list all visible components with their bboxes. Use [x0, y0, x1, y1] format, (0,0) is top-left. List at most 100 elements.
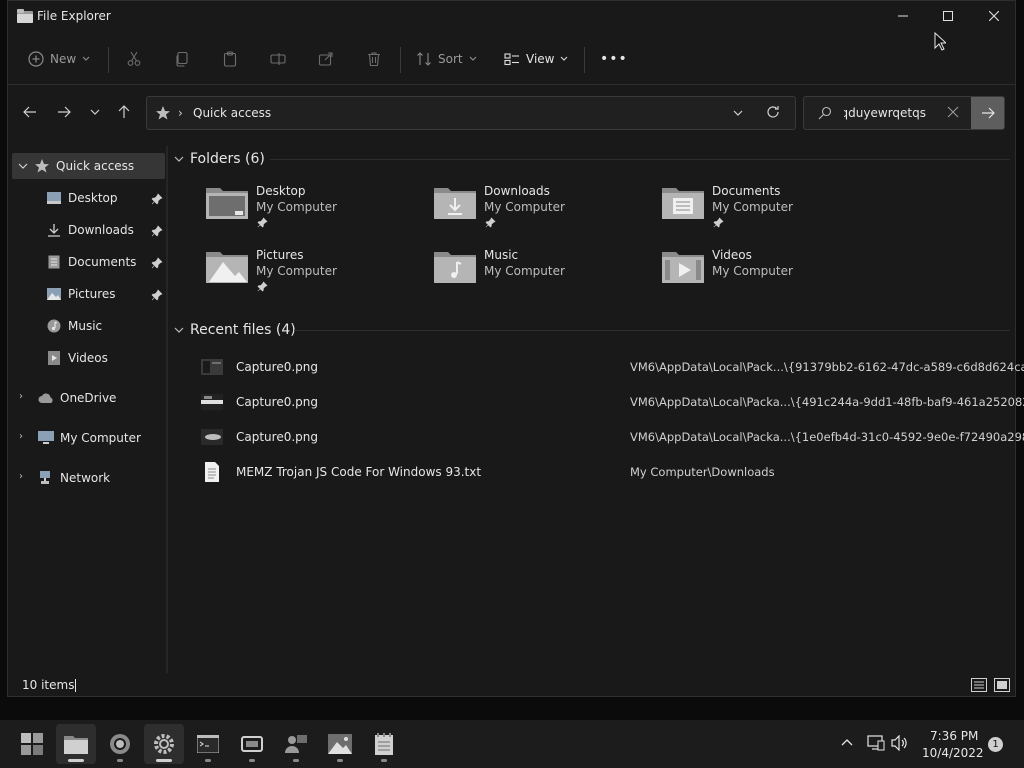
- sidebar-item-label: Documents: [68, 255, 137, 269]
- sidebar-item-videos[interactable]: Videos: [46, 345, 108, 371]
- status-divider: [75, 679, 76, 692]
- folder-tile-downloads[interactable]: Downloads My Computer: [433, 184, 653, 240]
- chevron-down-icon[interactable]: [733, 105, 743, 121]
- sidebar-item-quick-access[interactable]: Quick access: [12, 153, 165, 179]
- folder-tile-pictures[interactable]: Pictures My Computer: [205, 248, 425, 304]
- taskbar-file-explorer[interactable]: [56, 724, 96, 764]
- sidebar-item-pictures[interactable]: Pictures: [46, 281, 116, 307]
- network-status-icon[interactable]: [867, 735, 885, 751]
- paste-button[interactable]: [222, 46, 238, 72]
- taskbar-store[interactable]: [232, 724, 272, 764]
- settings-icon: [154, 734, 174, 754]
- start-button[interactable]: [12, 724, 52, 764]
- share-icon: [318, 52, 333, 66]
- back-button[interactable]: [18, 100, 42, 124]
- taskbar-people[interactable]: [276, 724, 316, 764]
- taskbar-terminal[interactable]: [188, 724, 228, 764]
- recent-file-row[interactable]: MEMZ Trojan JS Code For Windows 93.txt M…: [201, 456, 1011, 490]
- taskbar-browser[interactable]: [100, 724, 140, 764]
- toolbar-divider: [584, 47, 585, 73]
- paste-icon: [223, 51, 237, 67]
- folder-location: My Computer: [712, 264, 793, 278]
- image-file-icon: [201, 429, 223, 445]
- folder-tile-documents[interactable]: Documents My Computer: [661, 184, 881, 240]
- rename-button[interactable]: [270, 46, 286, 72]
- chevron-right-icon[interactable]: ›: [19, 391, 23, 402]
- pin-icon: [713, 217, 724, 228]
- recent-file-row[interactable]: Capture0.png VM6\AppData\Local\Packa...\…: [201, 421, 1024, 455]
- taskbar-settings[interactable]: [144, 724, 184, 764]
- recent-file-row[interactable]: Capture0.png VM6\AppData\Local\Pack...\{…: [201, 351, 1024, 385]
- title-bar[interactable]: File Explorer: [8, 1, 1015, 33]
- chevron-down-icon: [174, 156, 184, 162]
- view-button[interactable]: View: [504, 46, 568, 72]
- sidebar-item-network[interactable]: Network: [38, 465, 110, 491]
- section-divider: [294, 330, 1010, 331]
- sidebar-item-documents[interactable]: Documents: [46, 249, 136, 275]
- recent-file-path: VM6\AppData\Local\Packa...\{491c244a-9dd…: [630, 395, 1024, 409]
- new-button[interactable]: New: [28, 46, 90, 72]
- taskbar-photos[interactable]: [320, 724, 360, 764]
- pin-icon[interactable]: [151, 257, 163, 269]
- clock-date[interactable]: 10/4/2022: [922, 746, 984, 760]
- pin-icon[interactable]: [151, 289, 163, 301]
- forward-button[interactable]: [52, 100, 76, 124]
- folder-app-icon: [17, 9, 33, 23]
- pin-icon[interactable]: [151, 193, 163, 205]
- volume-icon[interactable]: [891, 735, 909, 751]
- recent-files-section-header[interactable]: Recent files (4): [174, 322, 296, 338]
- share-button[interactable]: [318, 46, 334, 72]
- details-view-icon[interactable]: [971, 678, 987, 692]
- sidebar-item-downloads[interactable]: Downloads: [46, 217, 134, 243]
- clock-time[interactable]: 7:36 PM: [930, 729, 978, 743]
- view-icon: [504, 53, 519, 66]
- toolbar-divider: [108, 47, 109, 73]
- minimize-button[interactable]: [880, 1, 926, 31]
- more-options-button[interactable]: •••: [600, 46, 628, 72]
- address-bar[interactable]: › Quick access: [146, 96, 796, 130]
- folder-tile-videos[interactable]: Videos My Computer: [661, 248, 881, 304]
- chevron-right-icon[interactable]: ›: [19, 471, 23, 482]
- notification-badge[interactable]: 1: [988, 737, 1003, 752]
- taskbar-notepad[interactable]: [364, 724, 404, 764]
- sort-label: Sort: [438, 52, 463, 66]
- recent-locations-button[interactable]: [83, 100, 107, 124]
- close-button[interactable]: [971, 1, 1017, 31]
- maximize-button[interactable]: [925, 1, 971, 31]
- rename-icon: [270, 53, 286, 65]
- folder-tile-desktop[interactable]: Desktop My Computer: [205, 184, 425, 240]
- search-go-button[interactable]: [971, 97, 1004, 129]
- folders-section-header[interactable]: Folders (6): [174, 151, 265, 167]
- sidebar-item-onedrive[interactable]: OneDrive: [38, 385, 116, 411]
- sidebar-item-desktop[interactable]: Desktop: [46, 185, 118, 211]
- chevron-up-icon[interactable]: [841, 738, 853, 746]
- breadcrumb-quick-access[interactable]: Quick access: [193, 106, 271, 120]
- delete-icon: [368, 52, 380, 67]
- tiles-view-icon[interactable]: [994, 678, 1010, 692]
- recent-file-row[interactable]: Capture0.png VM6\AppData\Local\Packa...\…: [201, 386, 1024, 420]
- sort-button[interactable]: Sort: [416, 46, 477, 72]
- sidebar-item-my-computer[interactable]: My Computer: [38, 425, 141, 451]
- search-box[interactable]: vqduyewrqetqs: [803, 96, 1005, 130]
- desktop-folder-icon: [206, 188, 248, 219]
- chevron-right-icon[interactable]: ›: [19, 431, 23, 442]
- up-button[interactable]: [112, 100, 136, 124]
- running-indicator: [381, 759, 387, 762]
- file-explorer-window: File Explorer New Sort View ••• › Quick …: [7, 0, 1024, 697]
- sidebar-item-music[interactable]: Music: [46, 313, 102, 339]
- pin-icon[interactable]: [151, 225, 163, 237]
- copy-button[interactable]: [174, 46, 190, 72]
- clear-search-icon[interactable]: [946, 105, 960, 119]
- image-file-icon: [201, 394, 223, 410]
- pane-divider[interactable]: [166, 146, 168, 673]
- folders-section-title: Folders (6): [190, 151, 265, 167]
- refresh-icon[interactable]: [765, 104, 781, 120]
- sort-icon: [417, 52, 431, 66]
- view-label: View: [526, 52, 555, 66]
- search-input[interactable]: vqduyewrqetqs: [844, 106, 926, 120]
- folder-tile-music[interactable]: Music My Computer: [433, 248, 653, 304]
- recent-file-name: MEMZ Trojan JS Code For Windows 93.txt: [236, 465, 482, 479]
- recent-file-name: Capture0.png: [236, 430, 319, 444]
- delete-button[interactable]: [366, 46, 382, 72]
- cut-button[interactable]: [126, 46, 142, 72]
